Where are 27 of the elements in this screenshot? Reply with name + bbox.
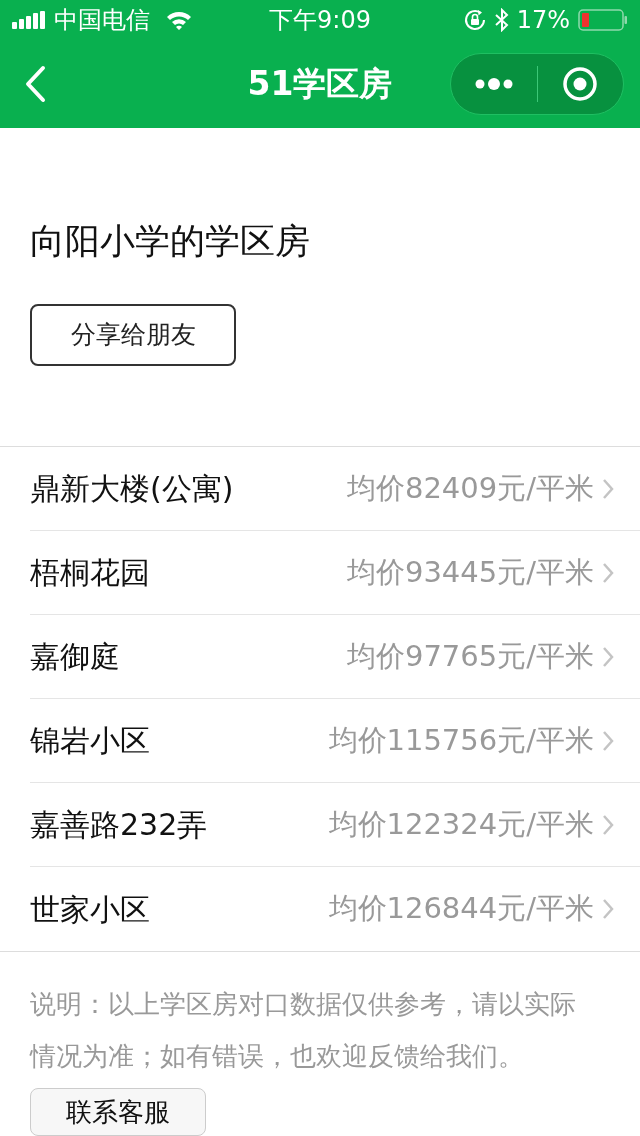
- carrier-name: 中国电信: [54, 5, 150, 36]
- list-item[interactable]: 嘉善路232弄 均价122324元/平米: [30, 783, 640, 867]
- wifi-icon: [166, 10, 192, 30]
- battery-percent: 17%: [516, 5, 570, 36]
- chevron-icon: [602, 645, 614, 668]
- rotation-lock-icon: [462, 8, 487, 32]
- target-icon: [562, 66, 599, 102]
- list-item[interactable]: 锦岩小区 均价115756元/平米: [30, 699, 640, 783]
- list-item[interactable]: 鼎新大楼(公寓) 均价82409元/平米: [30, 447, 640, 531]
- chevron-icon: [602, 813, 614, 836]
- chevron-icon: [602, 898, 614, 920]
- disclaimer-text: 说明：以上学区房对口数据仅供参考，请以实际情况为准；如有错误，也欢迎反馈给我们。: [28, 988, 577, 1073]
- chevron-icon: [602, 729, 614, 752]
- page-title: 51学区房: [247, 64, 393, 104]
- list-item[interactable]: 嘉御庭 均价97765元/平米: [30, 615, 640, 699]
- list-item[interactable]: 世家小区 均价126844元/平米: [30, 867, 640, 951]
- chevron-icon: [602, 477, 614, 500]
- chevron-icon: [602, 561, 614, 584]
- bluetooth-icon: [494, 8, 509, 32]
- signal-icon: [12, 11, 46, 29]
- list-item[interactable]: 梧桐花园 均价93445元/平米: [30, 531, 640, 615]
- status-time: 下午9:09: [269, 5, 371, 36]
- more-icon: [473, 77, 514, 91]
- contact-button[interactable]: 联系客服: [30, 1088, 206, 1136]
- share-button[interactable]: 分享给朋友: [30, 304, 236, 366]
- page-heading: 向阳小学的学区房: [29, 220, 311, 263]
- battery-icon: [578, 9, 628, 31]
